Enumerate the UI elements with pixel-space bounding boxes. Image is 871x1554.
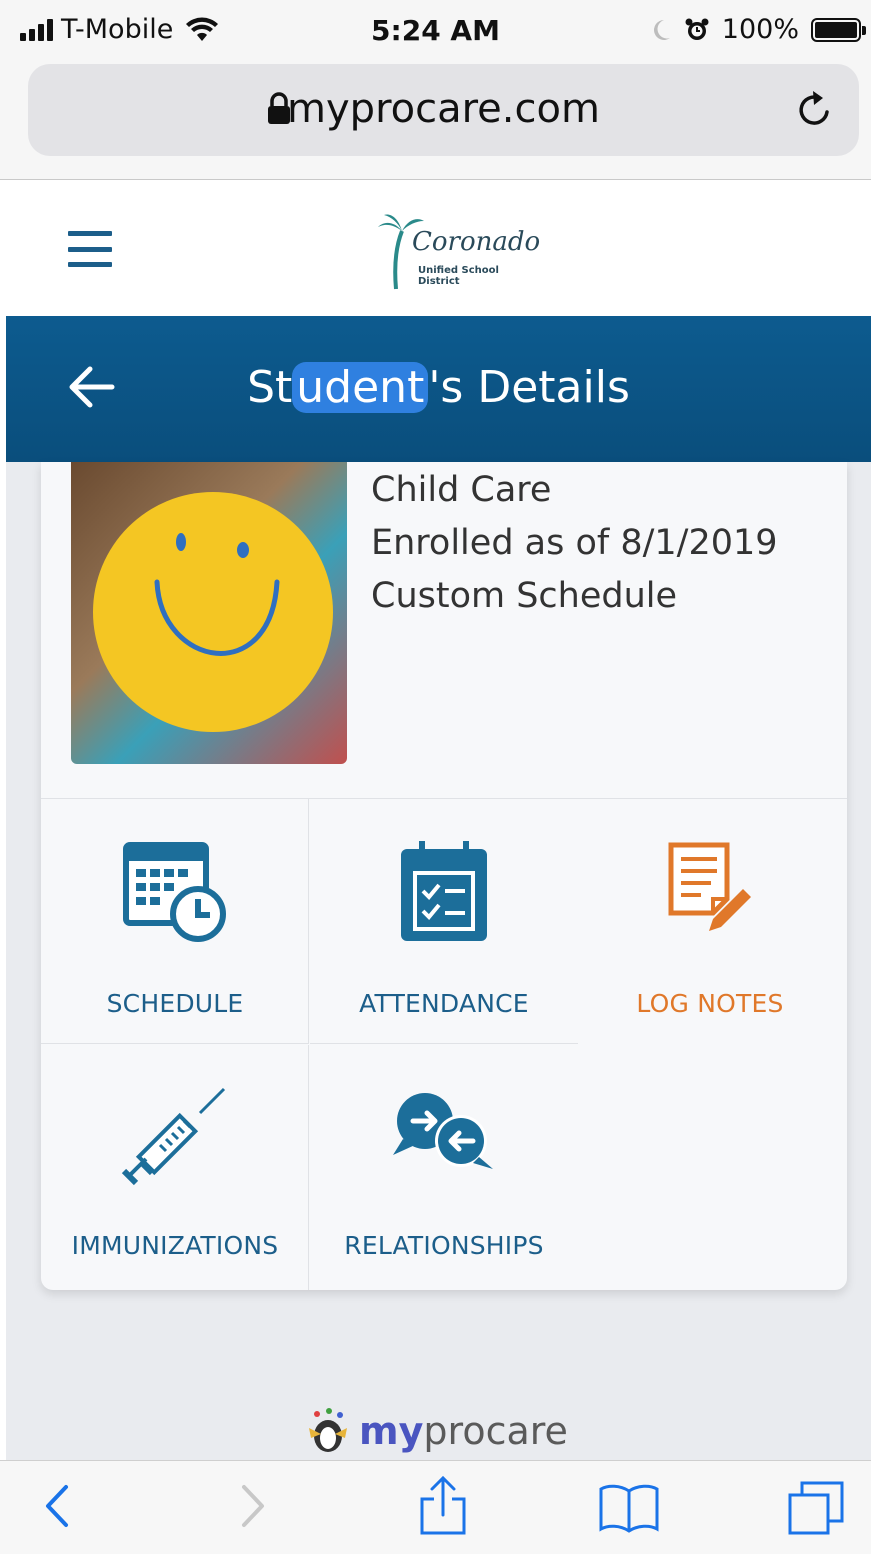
battery-icon bbox=[811, 17, 866, 42]
browser-url-area: myprocare.com bbox=[0, 60, 871, 180]
penguin-mascot-icon bbox=[309, 1408, 348, 1452]
attendance-label: ATTENDANCE bbox=[359, 989, 529, 1018]
relationships-tile[interactable]: RELATIONSHIPS bbox=[310, 1045, 578, 1290]
status-bar: T-Mobile 5:24 AM 100% bbox=[0, 0, 871, 60]
url-bar[interactable]: myprocare.com bbox=[28, 64, 859, 156]
program-label: Child Care bbox=[371, 470, 552, 510]
logo-script: Coronado bbox=[412, 227, 541, 257]
title-suffix: 's Details bbox=[428, 362, 630, 413]
attendance-tile[interactable]: ATTENDANCE bbox=[310, 799, 578, 1044]
share-icon[interactable] bbox=[418, 1475, 468, 1537]
smiley-face-icon bbox=[93, 492, 333, 732]
student-info: Child Care Enrolled as of 8/1/2019 Custo… bbox=[371, 464, 778, 623]
browser-back-icon[interactable] bbox=[40, 1481, 74, 1531]
calendar-clock-icon bbox=[123, 842, 226, 942]
browser-toolbar bbox=[0, 1460, 871, 1554]
log-notes-tile[interactable]: LOG NOTES bbox=[576, 799, 844, 1044]
log-notes-pencil-icon bbox=[668, 842, 751, 931]
schedule-label: SCHEDULE bbox=[106, 989, 244, 1018]
tabs-icon[interactable] bbox=[786, 1479, 846, 1537]
coronado-logo: Coronado Unified School District bbox=[376, 211, 540, 291]
title-bar: Student's Details bbox=[6, 316, 871, 462]
app-header: Coronado Unified School District bbox=[6, 181, 871, 316]
title-redacted-word: udent bbox=[292, 362, 429, 413]
schedule-tile[interactable]: SCHEDULE bbox=[41, 799, 309, 1044]
attendance-checklist-icon bbox=[401, 841, 487, 941]
schedule-type-label: Custom Schedule bbox=[371, 576, 678, 616]
alarm-icon bbox=[685, 18, 709, 40]
reload-icon[interactable] bbox=[795, 88, 835, 130]
syringe-icon bbox=[121, 1087, 226, 1186]
status-right: 100% bbox=[650, 14, 866, 45]
logo-subtitle: Unified School District bbox=[418, 265, 499, 287]
relationships-label: RELATIONSHIPS bbox=[344, 1231, 544, 1260]
log-notes-label: LOG NOTES bbox=[636, 989, 784, 1018]
bookmarks-icon[interactable] bbox=[598, 1483, 660, 1533]
battery-percent: 100% bbox=[721, 14, 799, 45]
title-prefix: St bbox=[247, 362, 293, 413]
relationships-chat-icon bbox=[393, 1093, 493, 1169]
url-text: myprocare.com bbox=[287, 86, 600, 132]
footer-brand-procare: procare bbox=[423, 1409, 568, 1453]
footer-brand-my: my bbox=[359, 1409, 424, 1453]
hamburger-menu-icon[interactable] bbox=[68, 231, 112, 267]
content-area: Child Care Enrolled as of 8/1/2019 Custo… bbox=[6, 462, 871, 1460]
immunizations-label: IMMUNIZATIONS bbox=[71, 1231, 279, 1260]
myprocare-footer-logo: my procare bbox=[0, 1408, 871, 1454]
student-card: Child Care Enrolled as of 8/1/2019 Custo… bbox=[41, 462, 847, 1290]
feature-grid: SCHEDULE ATTENDANCE LOG NOTES IMMUNIZATI… bbox=[41, 798, 847, 1290]
student-photo bbox=[71, 462, 347, 764]
moon-icon bbox=[653, 19, 670, 40]
page-title: Student's Details bbox=[6, 362, 871, 413]
browser-forward-icon[interactable] bbox=[236, 1481, 270, 1531]
enrolled-label: Enrolled as of 8/1/2019 bbox=[371, 523, 778, 563]
immunizations-tile[interactable]: IMMUNIZATIONS bbox=[41, 1045, 309, 1290]
